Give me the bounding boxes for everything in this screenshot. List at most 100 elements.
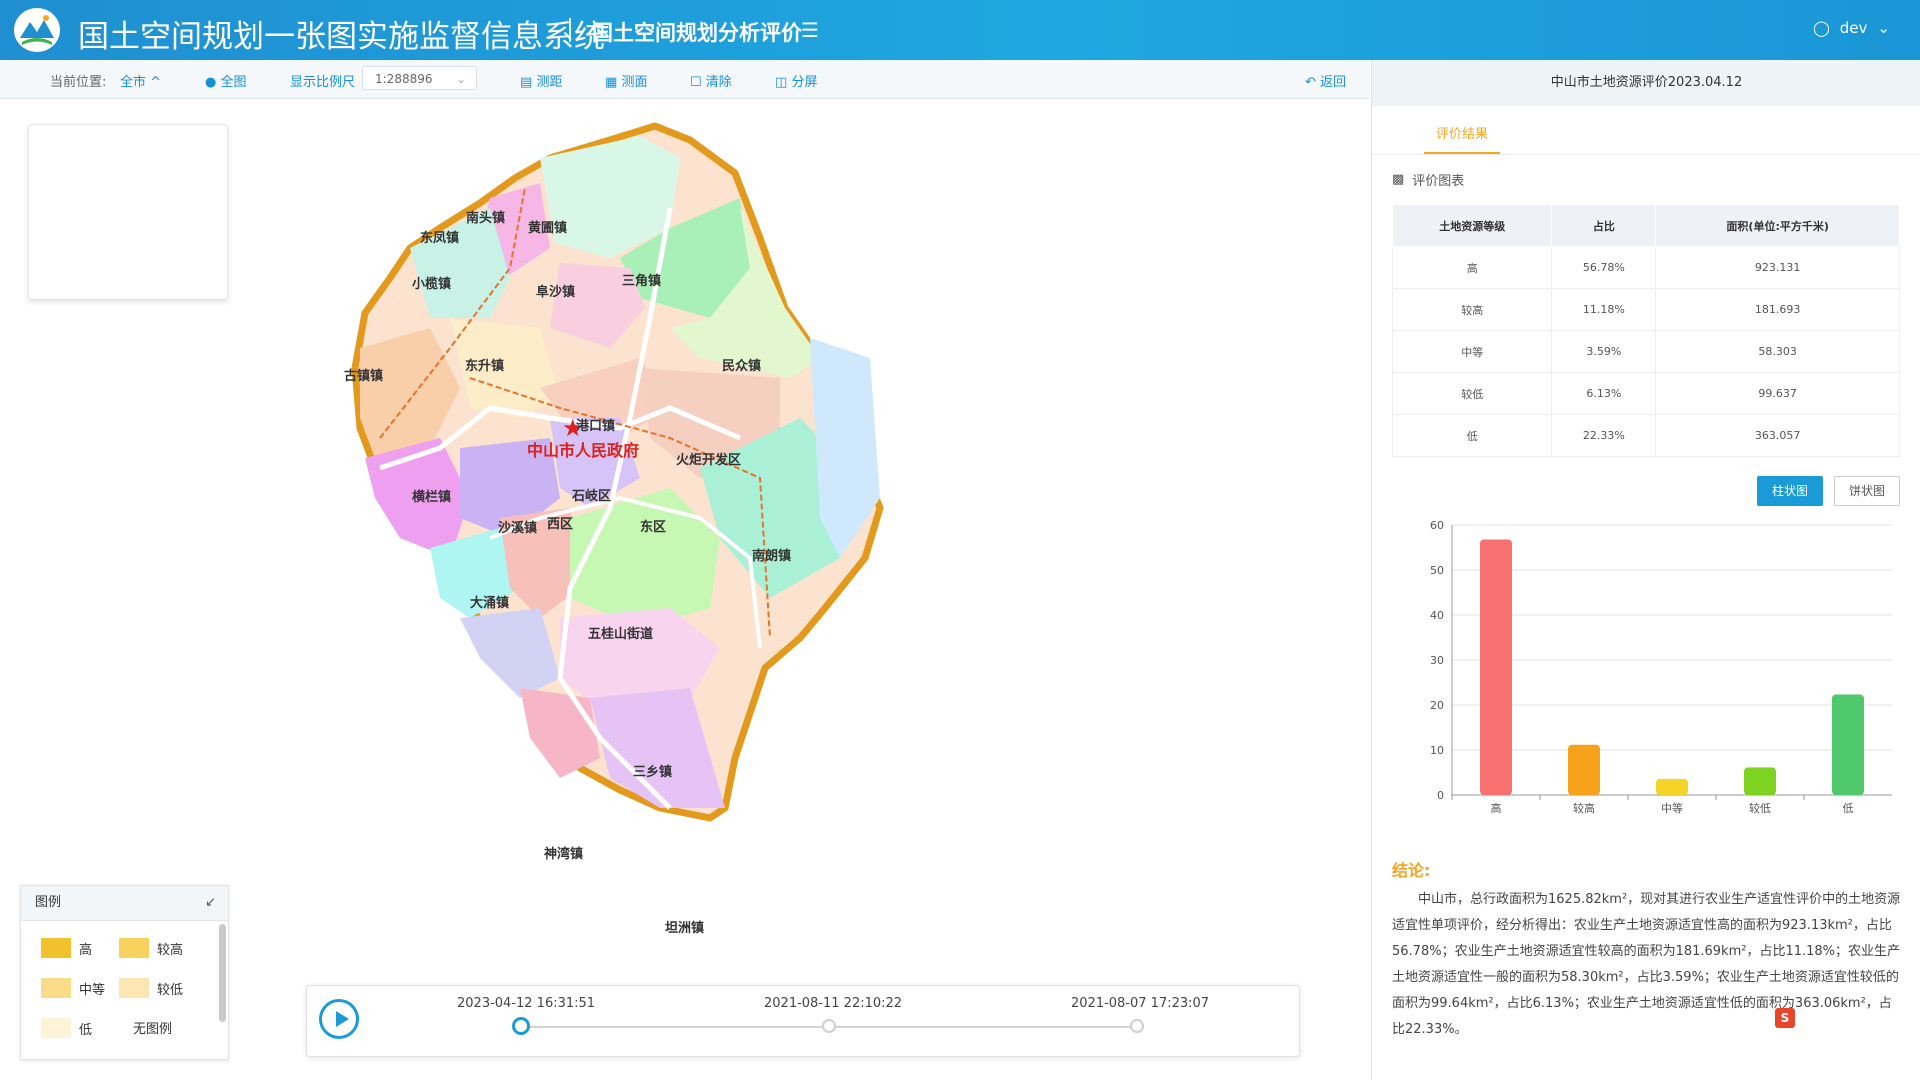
legend-swatch xyxy=(41,938,71,958)
map-toolbar: 当前位置: 全市 ^ ● 全图 显示比例尺 1:288896 ⌄ ▤ 测距 ▦ 测… xyxy=(0,60,1370,99)
timeline-label: 2021-08-11 22:10:22 xyxy=(764,996,903,1011)
table-header: 占比 xyxy=(1551,204,1657,247)
bar[interactable] xyxy=(1656,778,1688,795)
measure-distance-label: 测距 xyxy=(536,75,563,90)
clear-button[interactable]: ☐ 清除 xyxy=(690,71,732,90)
town-label: 大涌镇 xyxy=(470,595,509,611)
overview-map[interactable] xyxy=(28,124,228,300)
tab-evaluation-result[interactable]: 评价结果 xyxy=(1424,118,1500,154)
town-label: 南头镇 xyxy=(466,210,505,226)
back-arrow-icon: ↶ xyxy=(1305,75,1316,90)
town-label: 港口镇 xyxy=(576,418,615,434)
scale-select[interactable]: 1:288896 ⌄ xyxy=(362,66,477,90)
panel-title: 中山市土地资源评价2023.04.12 xyxy=(1372,60,1920,106)
conclusion-text: 中山市，总行政面积为1625.82km²，现对其进行农业生产适宜性评价中的土地资… xyxy=(1392,892,1901,1037)
town-label: 阜沙镇 xyxy=(536,284,575,300)
bar-chart: 0 10 20 30 40 50 60 高 较高 中等 较低 低 xyxy=(1430,519,1892,815)
scale-label: 显示比例尺 xyxy=(290,75,356,90)
split-screen-button[interactable]: ◫ 分屏 xyxy=(775,71,817,90)
town-label: 小榄镇 xyxy=(412,276,451,292)
table-cell: 181.693 xyxy=(1655,288,1900,331)
evaluation-panel: 中山市土地资源评价2023.04.12 评价结果 ▩ 评价图表 土地资源等级 占… xyxy=(1371,60,1920,1080)
town-label: 火炬开发区 xyxy=(676,452,741,468)
conclusion-title: 结论: xyxy=(1392,861,1431,880)
user-menu[interactable]: ◯ dev ⌄ xyxy=(1813,19,1890,37)
full-view-button[interactable]: ● 全图 xyxy=(205,71,247,90)
tab-divider xyxy=(1372,154,1920,155)
map-legend: 图例 ↙ 高 较高 中等 较低 低 无图例 xyxy=(20,885,229,1060)
bar[interactable] xyxy=(1480,539,1512,795)
bar-chart-button[interactable]: 柱状图 xyxy=(1757,476,1823,506)
timeline-node[interactable] xyxy=(822,1019,836,1033)
table-cell: 中等 xyxy=(1391,330,1553,373)
legend-swatch xyxy=(119,938,149,958)
result-table: 土地资源等级 占比 面积(单位:平方千米) 高 56.78% 923.131 较… xyxy=(1391,204,1900,457)
app-title: 国土空间规划一张图实施监督信息系统 xyxy=(78,19,605,55)
y-tick-label: 20 xyxy=(1430,699,1444,712)
town-label: 古镇镇 xyxy=(344,368,383,384)
table-cell: 6.13% xyxy=(1551,372,1657,415)
x-tick-label: 中等 xyxy=(1661,801,1683,815)
town-label: 东区 xyxy=(640,519,666,535)
table-cell: 低 xyxy=(1391,414,1553,457)
town-label: 五桂山街道 xyxy=(588,626,653,642)
x-tick-label: 低 xyxy=(1843,802,1854,815)
user-name: dev xyxy=(1839,19,1868,37)
table-cell: 较高 xyxy=(1391,288,1553,331)
back-button[interactable]: ↶ 返回 xyxy=(1305,71,1346,90)
play-icon[interactable] xyxy=(319,999,359,1039)
y-tick-label: 60 xyxy=(1430,519,1444,532)
town-label: 沙溪镇 xyxy=(498,520,537,536)
split-icon: ◫ xyxy=(775,75,788,90)
legend-scrollbar[interactable] xyxy=(219,924,226,1022)
location-value: 全市 xyxy=(120,75,147,90)
measure-distance-button[interactable]: ▤ 测距 xyxy=(520,71,562,90)
town-label: 坦洲镇 xyxy=(665,920,704,936)
trash-icon: ☐ xyxy=(690,75,702,90)
timeline-node-active[interactable] xyxy=(512,1017,530,1035)
pie-chart-button[interactable]: 饼状图 xyxy=(1834,476,1900,506)
x-tick-label: 较低 xyxy=(1749,801,1771,815)
bar[interactable] xyxy=(1568,744,1600,795)
legend-header: 图例 ↙ xyxy=(21,886,228,921)
y-tick-label: 10 xyxy=(1430,744,1444,757)
town-label: 南朗镇 xyxy=(752,548,791,564)
legend-label: 较低 xyxy=(157,982,184,998)
section-header: ▩ 评价图表 xyxy=(1392,170,1464,189)
government-label: 中山市人民政府 xyxy=(527,441,639,460)
city-district-map[interactable]: ★ 中山市人民政府 南头镇 黄圃镇 东凤镇 小榄镇 阜沙镇 三角镇 东升镇 古镇… xyxy=(340,118,1080,998)
menu-icon[interactable]: ☰ xyxy=(801,18,819,42)
legend-item: 无图例 xyxy=(133,1018,172,1037)
input-method-icon[interactable]: S xyxy=(1775,1008,1795,1028)
legend-label: 中等 xyxy=(79,982,106,998)
timeline-label: 2023-04-12 16:31:51 xyxy=(457,996,596,1011)
table-cell: 11.18% xyxy=(1551,288,1657,331)
x-tick-label: 较高 xyxy=(1573,801,1595,815)
y-tick-label: 40 xyxy=(1430,609,1444,622)
table-row: 中等 3.59% 58.303 xyxy=(1391,330,1900,373)
y-tick-label: 30 xyxy=(1430,654,1444,667)
bar[interactable] xyxy=(1744,767,1776,795)
chevron-down-icon: ⌄ xyxy=(1877,19,1890,37)
app-logo-icon xyxy=(14,8,60,52)
collapse-icon[interactable]: ↙ xyxy=(205,886,216,920)
table-cell: 923.131 xyxy=(1655,246,1900,289)
legend-item: 高 xyxy=(41,938,92,958)
y-tick-label: 0 xyxy=(1437,789,1444,802)
y-tick-label: 50 xyxy=(1430,564,1444,577)
legend-item: 中等 xyxy=(41,978,105,998)
bar[interactable] xyxy=(1832,694,1864,795)
table-header: 面积(单位:平方千米) xyxy=(1655,204,1900,247)
location-selector[interactable]: 全市 ^ xyxy=(120,71,161,90)
legend-label: 较高 xyxy=(157,942,184,958)
app-header: 国土空间规划一张图实施监督信息系统 国土空间规划分析评价 ☰ ◯ dev ⌄ xyxy=(0,0,1920,60)
measure-area-button[interactable]: ▦ 测面 xyxy=(605,71,647,90)
timeline-node[interactable] xyxy=(1130,1019,1144,1033)
legend-swatch xyxy=(41,1018,71,1038)
table-cell: 99.637 xyxy=(1655,372,1900,415)
timeline-player: 2023-04-12 16:31:51 2021-08-11 22:10:22 … xyxy=(306,985,1300,1057)
legend-item: 低 xyxy=(41,1018,92,1038)
legend-label: 高 xyxy=(79,942,93,958)
table-row: 低 22.33% 363.057 xyxy=(1391,414,1900,457)
town-label: 横栏镇 xyxy=(412,489,451,505)
